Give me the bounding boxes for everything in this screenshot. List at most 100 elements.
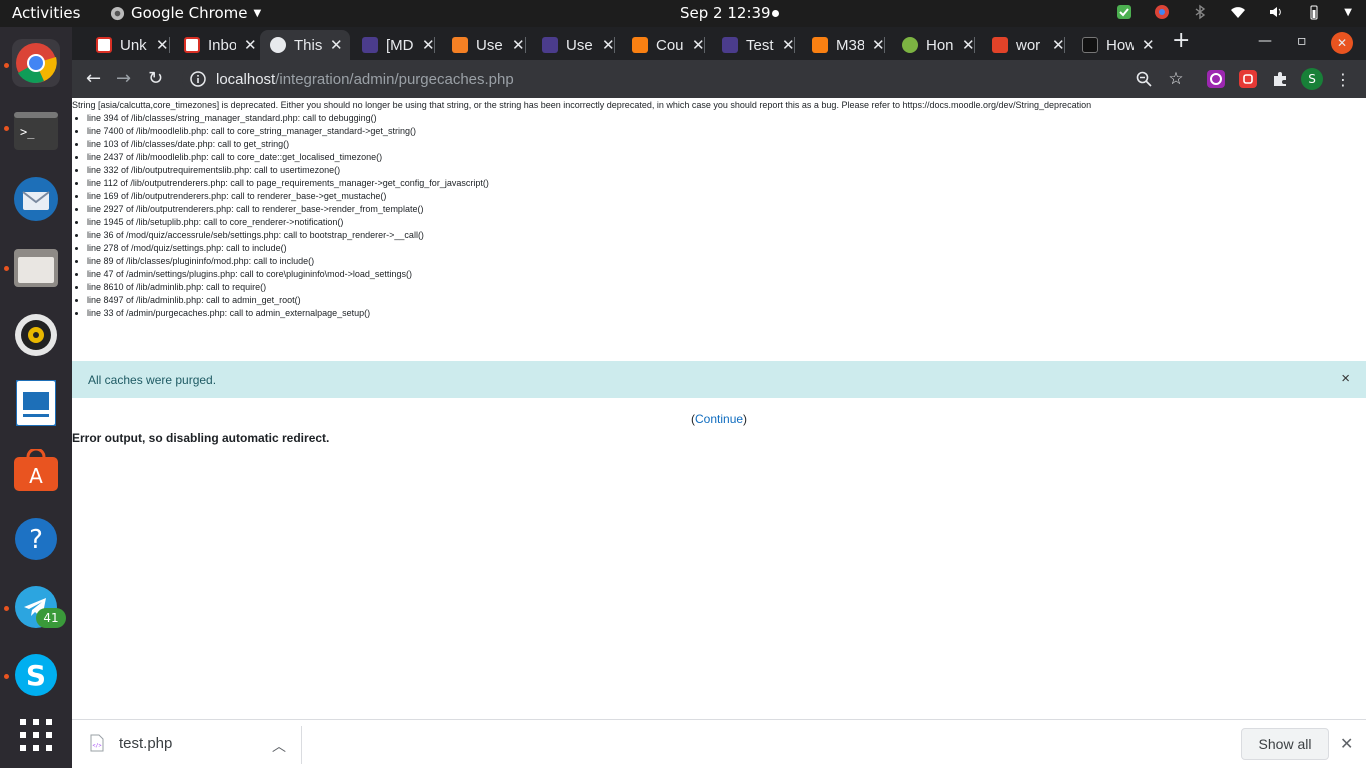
trace-line: line 36 of /mod/quiz/accessrule/seb/sett… <box>87 229 1366 242</box>
trace-line: line 8497 of /lib/adminlib.php: call to … <box>87 294 1366 307</box>
close-downloads-icon[interactable]: ✕ <box>1340 734 1353 754</box>
gmail-icon <box>96 37 112 53</box>
browser-tab[interactable]: Cou ✕ <box>622 30 705 60</box>
browser-tab[interactable]: wor ✕ <box>982 30 1065 60</box>
moodle-icon <box>362 37 378 53</box>
dock-help[interactable]: ? <box>12 515 60 563</box>
trace-line: line 278 of /mod/quiz/settings.php: call… <box>87 242 1366 255</box>
gitlab-icon <box>992 37 1008 53</box>
dock-skype[interactable]: S <box>12 651 60 699</box>
browser-tab[interactable]: Use ✕ <box>532 30 615 60</box>
page-content: String [asia/calcutta,core_timezones] is… <box>72 98 1366 719</box>
download-filename: test.php <box>119 734 173 752</box>
tab-close-icon[interactable]: ✕ <box>962 36 975 54</box>
browser-tab[interactable]: How ✕ <box>1072 30 1155 60</box>
chrome-tray-icon[interactable] <box>1154 4 1170 20</box>
tab-close-icon[interactable]: ✕ <box>244 36 257 54</box>
tab-close-icon[interactable]: ✕ <box>1142 36 1155 54</box>
new-tab-button[interactable]: + <box>1172 28 1190 53</box>
running-indicator <box>4 606 9 611</box>
trace-line: line 1945 of /lib/setuplib.php: call to … <box>87 216 1366 229</box>
profile-avatar[interactable]: S <box>1301 68 1323 90</box>
dock-terminal[interactable]: >_ <box>12 107 60 155</box>
url-path: /integration/admin/purgecaches.php <box>275 70 514 88</box>
app-menu[interactable]: Google Chrome ▼ <box>110 4 261 22</box>
browser-tab[interactable]: Use ✕ <box>442 30 525 60</box>
zoom-icon[interactable] <box>1133 68 1155 90</box>
dock-thunderbird[interactable] <box>12 175 60 223</box>
menu-kebab-icon[interactable]: ⋮ <box>1332 68 1354 90</box>
browser-tab[interactable]: Test ✕ <box>712 30 795 60</box>
activities-button[interactable]: Activities <box>12 4 80 22</box>
dock-libreoffice-impress[interactable] <box>12 379 60 427</box>
extension-green-icon[interactable] <box>1116 4 1132 20</box>
continue-link[interactable]: Continue <box>695 412 743 426</box>
tab-close-icon[interactable]: ✕ <box>872 36 885 54</box>
tab-title: Test <box>746 36 774 54</box>
url-host: localhost <box>216 70 276 88</box>
downloads-bar: </> test.php ︿ Show all ✕ <box>72 719 1366 768</box>
close-window-button[interactable]: ✕ <box>1331 32 1353 54</box>
bookmark-star-icon[interactable]: ☆ <box>1165 68 1187 90</box>
battery-icon[interactable] <box>1306 4 1322 20</box>
browser-tab[interactable]: M38 ✕ <box>802 30 885 60</box>
globe-icon <box>270 37 286 53</box>
files-icon <box>14 249 58 287</box>
tab-title: Unk <box>120 36 147 54</box>
dock-files[interactable] <box>12 243 60 291</box>
caret-down-icon[interactable]: ▼ <box>1344 7 1352 18</box>
tab-separator <box>614 37 615 53</box>
tab-close-icon[interactable]: ✕ <box>330 36 343 54</box>
moodle-icon <box>542 37 558 53</box>
extension-red-icon[interactable] <box>1237 68 1259 90</box>
address-bar[interactable]: localhost/integration/admin/purgecaches.… <box>182 64 1142 94</box>
stack-trace: line 394 of /lib/classes/string_manager_… <box>72 112 1366 320</box>
tab-separator <box>169 37 170 53</box>
tab-close-icon[interactable]: ✕ <box>692 36 705 54</box>
running-indicator <box>4 63 9 68</box>
alert-close-icon[interactable]: × <box>1341 370 1350 387</box>
minimize-button[interactable]: — <box>1258 33 1272 49</box>
extension-icon[interactable] <box>1205 68 1227 90</box>
svg-text:</>: </> <box>92 743 101 749</box>
error-message: Error output, so disabling automatic red… <box>72 431 330 445</box>
browser-tab[interactable]: Unk ✕ <box>86 30 169 60</box>
tab-close-icon[interactable]: ✕ <box>156 36 169 54</box>
maximize-button[interactable]: ▫ <box>1297 33 1307 49</box>
chevron-up-icon[interactable]: ︿ <box>272 736 286 756</box>
dock-software[interactable]: A <box>12 447 60 495</box>
app-name: Google Chrome <box>131 4 248 22</box>
tab-close-icon[interactable]: ✕ <box>422 36 435 54</box>
bluetooth-icon[interactable] <box>1192 4 1208 20</box>
wifi-icon[interactable] <box>1230 4 1246 20</box>
system-tray[interactable]: ▼ <box>1116 4 1352 20</box>
reload-button[interactable]: ↻ <box>148 68 163 89</box>
info-icon[interactable] <box>190 71 206 87</box>
dock-chrome[interactable] <box>12 39 60 87</box>
dock-rhythmbox[interactable] <box>12 311 60 359</box>
running-indicator <box>4 266 9 271</box>
show-all-button[interactable]: Show all <box>1241 728 1329 760</box>
trace-line: line 89 of /lib/classes/plugininfo/mod.p… <box>87 255 1366 268</box>
tab-close-icon[interactable]: ✕ <box>602 36 615 54</box>
tab-close-icon[interactable]: ✕ <box>782 36 795 54</box>
tab-title: M38 <box>836 36 864 54</box>
trace-line: line 332 of /lib/outputrequirementslib.p… <box>87 164 1366 177</box>
back-button[interactable]: ← <box>86 68 101 89</box>
puzzle-extensions-icon[interactable] <box>1269 68 1291 90</box>
clock[interactable]: Sep 2 12:39 <box>680 4 771 22</box>
browser-tab[interactable]: Hon ✕ <box>892 30 975 60</box>
browser-tab-active[interactable]: This ✕ <box>260 30 350 60</box>
tab-close-icon[interactable]: ✕ <box>1052 36 1065 54</box>
tab-title: Inbo <box>208 36 236 54</box>
volume-icon[interactable] <box>1268 4 1284 20</box>
tab-close-icon[interactable]: ✕ <box>512 36 525 54</box>
forward-button[interactable]: → <box>116 68 131 89</box>
debug-message: String [asia/calcutta,core_timezones] is… <box>72 100 1092 110</box>
browser-tab[interactable]: [MD ✕ <box>352 30 435 60</box>
browser-tab[interactable]: Inbo ✕ <box>174 30 257 60</box>
show-applications-button[interactable] <box>12 711 60 759</box>
download-item[interactable]: </> test.php <box>90 734 172 752</box>
tab-title: How <box>1106 36 1134 54</box>
moodle-icon <box>722 37 738 53</box>
